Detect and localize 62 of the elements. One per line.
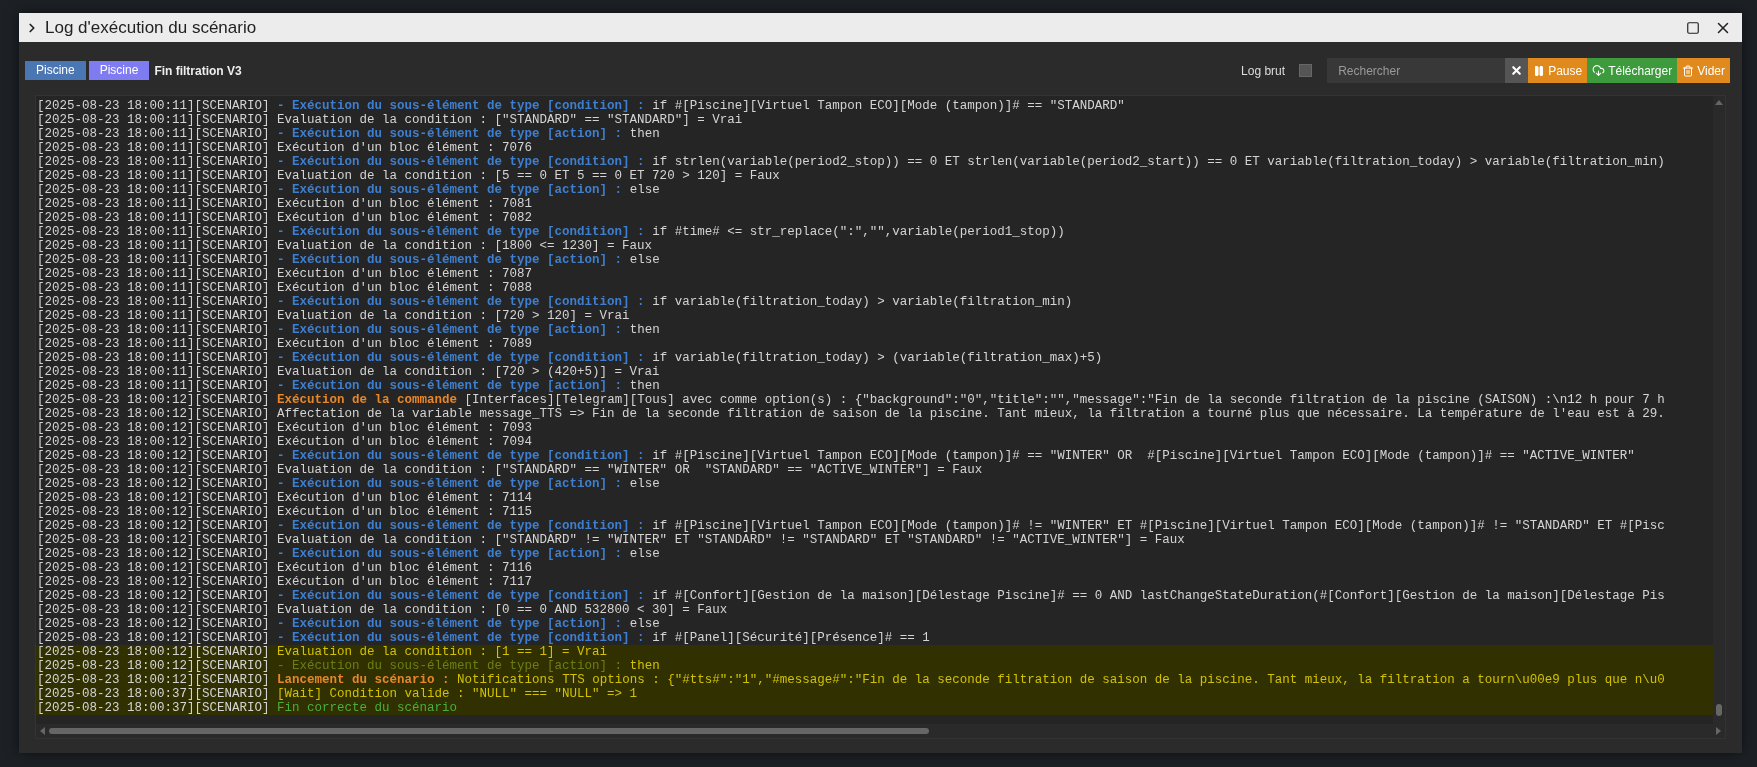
scroll-right-icon bbox=[1716, 727, 1721, 735]
log-line: [2025-08-23 18:00:11][SCENARIO] - Exécution du sous-élément de type [action] : else bbox=[36, 253, 661, 267]
log-line: [2025-08-23 18:00:12][SCENARIO] Evaluation de la condition : ["STANDARD" == "WINTER" OR "STANDARD" == "ACTIVE_WINTER"] = Faux bbox=[36, 463, 984, 477]
search-field[interactable]: Rechercher bbox=[1327, 58, 1506, 83]
log-line: [2025-08-23 18:00:12][SCENARIO] Exécution d'un bloc élément : 7094 bbox=[36, 435, 534, 449]
log-line: [2025-08-23 18:00:12][SCENARIO] Evaluation de la condition : [0 == 0 AND 532800 < 30] = Faux bbox=[36, 603, 729, 617]
download-button[interactable]: Télécharger bbox=[1587, 58, 1678, 83]
log-line: [2025-08-23 18:00:12][SCENARIO] Exécution d'un bloc élément : 7115 bbox=[36, 505, 534, 519]
log-line: [2025-08-23 18:00:12][SCENARIO] - Exécution du sous-élément de type [condition] : if #[Confort][Gestion de la maison][Délestage Piscine]# == 0 AND lastChangeStateDuration(#[Confort][Gestion de la maison][Délestage Pis bbox=[36, 589, 1666, 603]
log-line: [2025-08-23 18:00:12][SCENARIO] - Exécution du sous-élément de type [action] : else bbox=[36, 617, 661, 631]
log-line: [2025-08-23 18:00:12][SCENARIO] - Exécution du sous-élément de type [condition] : if #[Piscine][Virtuel Tampon ECO][Mode (tampon)]# != "WINTER" ET #[Piscine][Virtuel Tampon ECO][Mode (tampon)]# != "STANDARD" ET #[Pisc bbox=[36, 519, 1666, 533]
log-line: [2025-08-23 18:00:12][SCENARIO] - Exécution du sous-élément de type [condition] : if #[Piscine][Virtuel Tampon ECO][Mode (tampon)]# == "WINTER" OR #[Piscine][Virtuel Tampon ECO][Mode (tampon)]# == "ACTIVE_WINTER" bbox=[36, 449, 1636, 463]
log-line: [2025-08-23 18:00:12][SCENARIO] Exécution d'un bloc élément : 7093 bbox=[36, 421, 534, 435]
trash-icon bbox=[1682, 64, 1695, 77]
log-line: [2025-08-23 18:00:11][SCENARIO] - Exécution du sous-élément de type [action] : then bbox=[36, 323, 661, 337]
log-line: [2025-08-23 18:00:11][SCENARIO] - Exécution du sous-élément de type [action] : else bbox=[36, 183, 661, 197]
log-line: [2025-08-23 18:00:11][SCENARIO] - Exécution du sous-élément de type [condition] : if #[Piscine][Virtuel Tampon ECO][Mode (tampon)]# == "STANDARD" bbox=[36, 99, 1126, 113]
log-line: [2025-08-23 18:00:11][SCENARIO] Evaluation de la condition : [720 > (420+5)] = Vrai bbox=[36, 365, 661, 379]
log-line: [2025-08-23 18:00:12][SCENARIO] Exécution d'un bloc élément : 7114 bbox=[36, 491, 534, 505]
clear-search-button[interactable] bbox=[1505, 58, 1529, 83]
close-icon bbox=[1510, 64, 1524, 77]
scrollbar-thumb[interactable] bbox=[1716, 704, 1722, 716]
cloud-download-icon bbox=[1592, 64, 1606, 77]
log-line: [2025-08-23 18:00:11][SCENARIO] Evaluation de la condition : [1800 <= 1230] = Faux bbox=[36, 239, 654, 253]
log-line: [2025-08-23 18:00:11][SCENARIO] Exécution d'un bloc élément : 7087 bbox=[36, 267, 534, 281]
log-line: [2025-08-23 18:00:11][SCENARIO] - Exécution du sous-élément de type [action] : then bbox=[36, 379, 661, 393]
log-line: [2025-08-23 18:00:12][SCENARIO] Evaluation de la condition : ["STANDARD" != "WINTER" ET "STANDARD" != "STANDARD" ET "STANDARD" != "ACTIVE_WINTER"] = Faux bbox=[36, 533, 1186, 547]
vertical-scrollbar[interactable] bbox=[1713, 96, 1725, 724]
log-line: [2025-08-23 18:00:12][SCENARIO] Exécution d'un bloc élément : 7116 bbox=[36, 561, 534, 575]
raw-log-checkbox[interactable] bbox=[1299, 64, 1313, 77]
log-line: [2025-08-23 18:00:11][SCENARIO] Exécution d'un bloc élément : 7089 bbox=[36, 337, 534, 351]
log-line: [2025-08-23 18:00:11][SCENARIO] - Exécution du sous-élément de type [condition] : if variable(filtration_today) > variable(filtration_min) bbox=[36, 295, 1074, 309]
scroll-left-icon bbox=[40, 727, 45, 735]
log-line: [2025-08-23 18:00:12][SCENARIO] Exécution de la commande [Interfaces][Telegram][Tous] avec comme option(s) : {"background":"0","title":"","message":"Fin de la seconde filtration de la piscine (SAISON) :\n12 h pour 7 h bbox=[36, 393, 1666, 407]
scenario-name: Fin filtration V3 bbox=[154, 63, 243, 78]
log-line: [2025-08-23 18:00:11][SCENARIO] - Exécution du sous-élément de type [action] : then bbox=[36, 127, 661, 141]
log-line: [2025-08-23 18:00:11][SCENARIO] Exécution d'un bloc élément : 7076 bbox=[36, 141, 534, 155]
scrollbar-thumb[interactable] bbox=[49, 728, 929, 734]
log-line: [2025-08-23 18:00:11][SCENARIO] - Exécution du sous-élément de type [condition] : if strlen(variable(period2_stop)) == 0 ET strlen(variable(period2_start)) == 0 ET variable(filtration_today) > variable(filtration_min) bbox=[36, 155, 1666, 169]
scroll-up-icon bbox=[1715, 100, 1723, 105]
pause-button[interactable]: Pause bbox=[1528, 58, 1588, 83]
log-line: [2025-08-23 18:00:11][SCENARIO] Evaluation de la condition : [5 == 0 ET 5 == 0 ET 720 > 120] = Faux bbox=[36, 169, 781, 183]
maximize-button[interactable] bbox=[1686, 20, 1700, 35]
tag: Piscine bbox=[88, 61, 150, 80]
log-line: [2025-08-23 18:00:11][SCENARIO] Evaluation de la condition : [720 > 120] = Vrai bbox=[36, 309, 631, 323]
log-line: [2025-08-23 18:00:11][SCENARIO] Exécution d'un bloc élément : 7088 bbox=[36, 281, 534, 295]
log-line: [2025-08-23 18:00:12][SCENARIO] - Exécution du sous-élément de type [action] : else bbox=[36, 477, 661, 491]
pause-icon bbox=[1533, 64, 1546, 77]
horizontal-scrollbar[interactable] bbox=[36, 724, 1725, 738]
log-line: [2025-08-23 18:00:12][SCENARIO] - Exécution du sous-élément de type [action] : else bbox=[36, 547, 661, 561]
raw-log-label: Log brut bbox=[1241, 63, 1286, 78]
log-line: [2025-08-23 18:00:12][SCENARIO] Affectation de la variable message_TTS => Fin de la seconde filtration de saison de la piscine. Tant mieux, la filtration a tourné plus que nécessaire. La température de l'eau est à 29. bbox=[36, 407, 1666, 421]
clear-button[interactable]: Vider bbox=[1677, 58, 1730, 83]
log-line: [2025-08-23 18:00:11][SCENARIO] Evaluation de la condition : ["STANDARD" == "STANDARD"] = Vrai bbox=[36, 113, 744, 127]
tag: Piscine bbox=[25, 61, 86, 80]
log-line: [2025-08-23 18:00:12][SCENARIO] Exécution d'un bloc élément : 7117 bbox=[36, 575, 534, 589]
log-line: [2025-08-23 18:00:12][SCENARIO] - Exécution du sous-élément de type [condition] : if #[Panel][Sécurité][Présence]# == 1 bbox=[36, 631, 931, 645]
log-line: [2025-08-23 18:00:11][SCENARIO] - Exécution du sous-élément de type [condition] : if variable(filtration_today) > (variable(filtration_max)+5) bbox=[36, 351, 1104, 365]
window-title: Log d'exécution du scénario bbox=[45, 17, 258, 38]
log-line: [2025-08-23 18:00:11][SCENARIO] - Exécution du sous-élément de type [condition] : if #time# <= str_replace(":","",variable(period1_stop)) bbox=[36, 225, 1066, 239]
log-line: [2025-08-23 18:00:11][SCENARIO] Exécution d'un bloc élément : 7082 bbox=[36, 211, 534, 225]
log-line: [2025-08-23 18:00:11][SCENARIO] Exécution d'un bloc élément : 7081 bbox=[36, 197, 534, 211]
